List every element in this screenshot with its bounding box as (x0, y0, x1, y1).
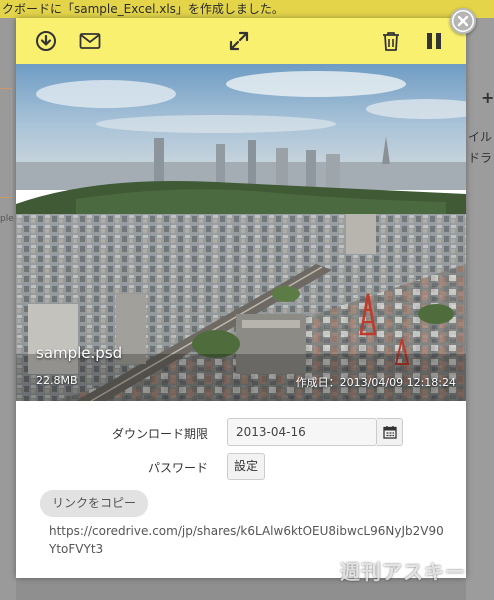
background-left-panel: ple (0, 18, 16, 600)
background-plus-icon: + (481, 88, 494, 107)
file-size: 22.8MB (36, 374, 78, 387)
trash-icon[interactable] (379, 29, 403, 53)
background-right-text-1: イル (468, 130, 493, 144)
background-right-text-2: ドラ (468, 151, 493, 165)
share-url: https://coredrive.com/jp/shares/k6LAlw6k… (49, 524, 444, 556)
file-preview-modal: sample.psd 22.8MB 作成日：2013/04/09 12:18:2… (16, 18, 466, 578)
calendar-icon[interactable] (377, 418, 403, 446)
background-left-chart-fragment (0, 88, 12, 198)
copy-link-button[interactable]: リンクをコピー (40, 490, 149, 517)
password-label: パスワード (147, 461, 208, 475)
expand-icon[interactable] (227, 29, 251, 53)
file-created-date: 作成日：2013/04/09 12:18:24 (295, 376, 456, 389)
download-icon[interactable] (34, 29, 58, 53)
modal-toolbar (16, 18, 466, 64)
background-notification-banner: クボードに「sample_Excel.xls」を作成しました。 (0, 0, 494, 18)
close-button[interactable] (450, 8, 476, 34)
password-set-button[interactable]: 設定 (227, 453, 265, 480)
background-left-text: ple (0, 214, 14, 224)
watermark-logo: 週刊アスキー (340, 560, 466, 584)
close-icon (453, 11, 473, 31)
download-expiry-label: ダウンロード期限 (111, 427, 208, 441)
mail-icon[interactable] (78, 29, 102, 53)
pause-icon[interactable] (422, 29, 446, 53)
file-name: sample.psd (36, 344, 123, 362)
download-expiry-input[interactable]: 2013-04-16 (227, 418, 377, 446)
image-preview: sample.psd 22.8MB 作成日：2013/04/09 12:18:2… (16, 64, 466, 401)
